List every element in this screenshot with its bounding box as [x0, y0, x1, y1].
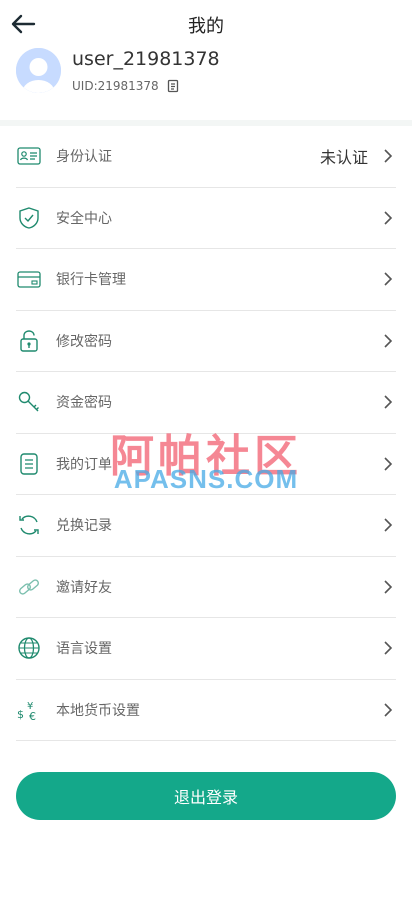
top-bar: 我的	[0, 0, 412, 48]
settings-menu: 身份认证 未认证 安全中心 银行卡管理 修改密码 资金密码 我的订单 兑换记录 …	[0, 126, 412, 741]
menu-item-security[interactable]: 安全中心	[16, 188, 396, 249]
svg-text:€: €	[29, 710, 36, 722]
svg-text:$: $	[17, 708, 24, 721]
menu-item-label: 银行卡管理	[56, 272, 126, 289]
menu-item-fund-password[interactable]: 资金密码	[16, 372, 396, 434]
globe-icon	[16, 635, 42, 661]
menu-item-label: 兑换记录	[56, 518, 112, 535]
menu-item-label: 资金密码	[56, 395, 112, 412]
chevron-right-icon	[384, 518, 393, 532]
chevron-right-icon	[384, 395, 393, 409]
profile-page: 我的 user_21981378 UID:21981378 身份认证 未认证 安…	[0, 0, 412, 915]
copy-icon[interactable]	[165, 78, 181, 94]
chevron-right-icon	[384, 641, 393, 655]
shield-check-icon	[16, 205, 42, 231]
menu-item-label: 语言设置	[56, 641, 112, 658]
menu-item-local-currency[interactable]: $ ¥ € 本地货币设置	[16, 680, 396, 741]
profile-header: user_21981378 UID:21981378	[0, 48, 412, 120]
order-list-icon	[16, 451, 42, 477]
page-title: 我的	[188, 16, 224, 37]
logout-button[interactable]: 退出登录	[16, 772, 396, 820]
menu-item-bank-card[interactable]: 银行卡管理	[16, 249, 396, 311]
username: user_21981378	[72, 48, 220, 70]
uid-row: UID:21981378	[72, 78, 181, 94]
menu-item-label: 本地货币设置	[56, 702, 140, 719]
currency-icon: $ ¥ €	[16, 697, 42, 723]
menu-item-exchange-records[interactable]: 兑换记录	[16, 495, 396, 557]
menu-item-label: 身份认证	[56, 149, 112, 166]
bank-card-icon	[16, 266, 42, 292]
menu-item-label: 修改密码	[56, 333, 112, 350]
chevron-right-icon	[384, 580, 393, 594]
menu-item-my-orders[interactable]: 我的订单	[16, 434, 396, 495]
chevron-right-icon	[384, 272, 393, 286]
link-icon	[16, 574, 42, 600]
menu-item-label: 我的订单	[56, 456, 112, 473]
key-icon	[16, 389, 42, 415]
chevron-right-icon	[384, 334, 393, 348]
chevron-right-icon	[384, 211, 393, 225]
menu-item-label: 邀请好友	[56, 579, 112, 596]
uid-text: UID:21981378	[72, 79, 159, 93]
menu-item-change-password[interactable]: 修改密码	[16, 311, 396, 372]
lock-icon	[16, 328, 42, 354]
menu-item-invite-friends[interactable]: 邀请好友	[16, 557, 396, 618]
user-avatar-icon	[16, 48, 61, 93]
id-card-icon	[16, 143, 42, 169]
menu-item-identity[interactable]: 身份认证 未认证	[16, 126, 396, 188]
menu-item-language[interactable]: 语言设置	[16, 618, 396, 680]
identity-status: 未认证	[319, 148, 368, 168]
avatar[interactable]	[16, 48, 61, 93]
chevron-right-icon	[384, 703, 393, 717]
chevron-right-icon	[384, 149, 393, 163]
refresh-icon	[16, 512, 42, 538]
chevron-right-icon	[384, 457, 393, 471]
menu-item-label: 安全中心	[56, 210, 112, 227]
